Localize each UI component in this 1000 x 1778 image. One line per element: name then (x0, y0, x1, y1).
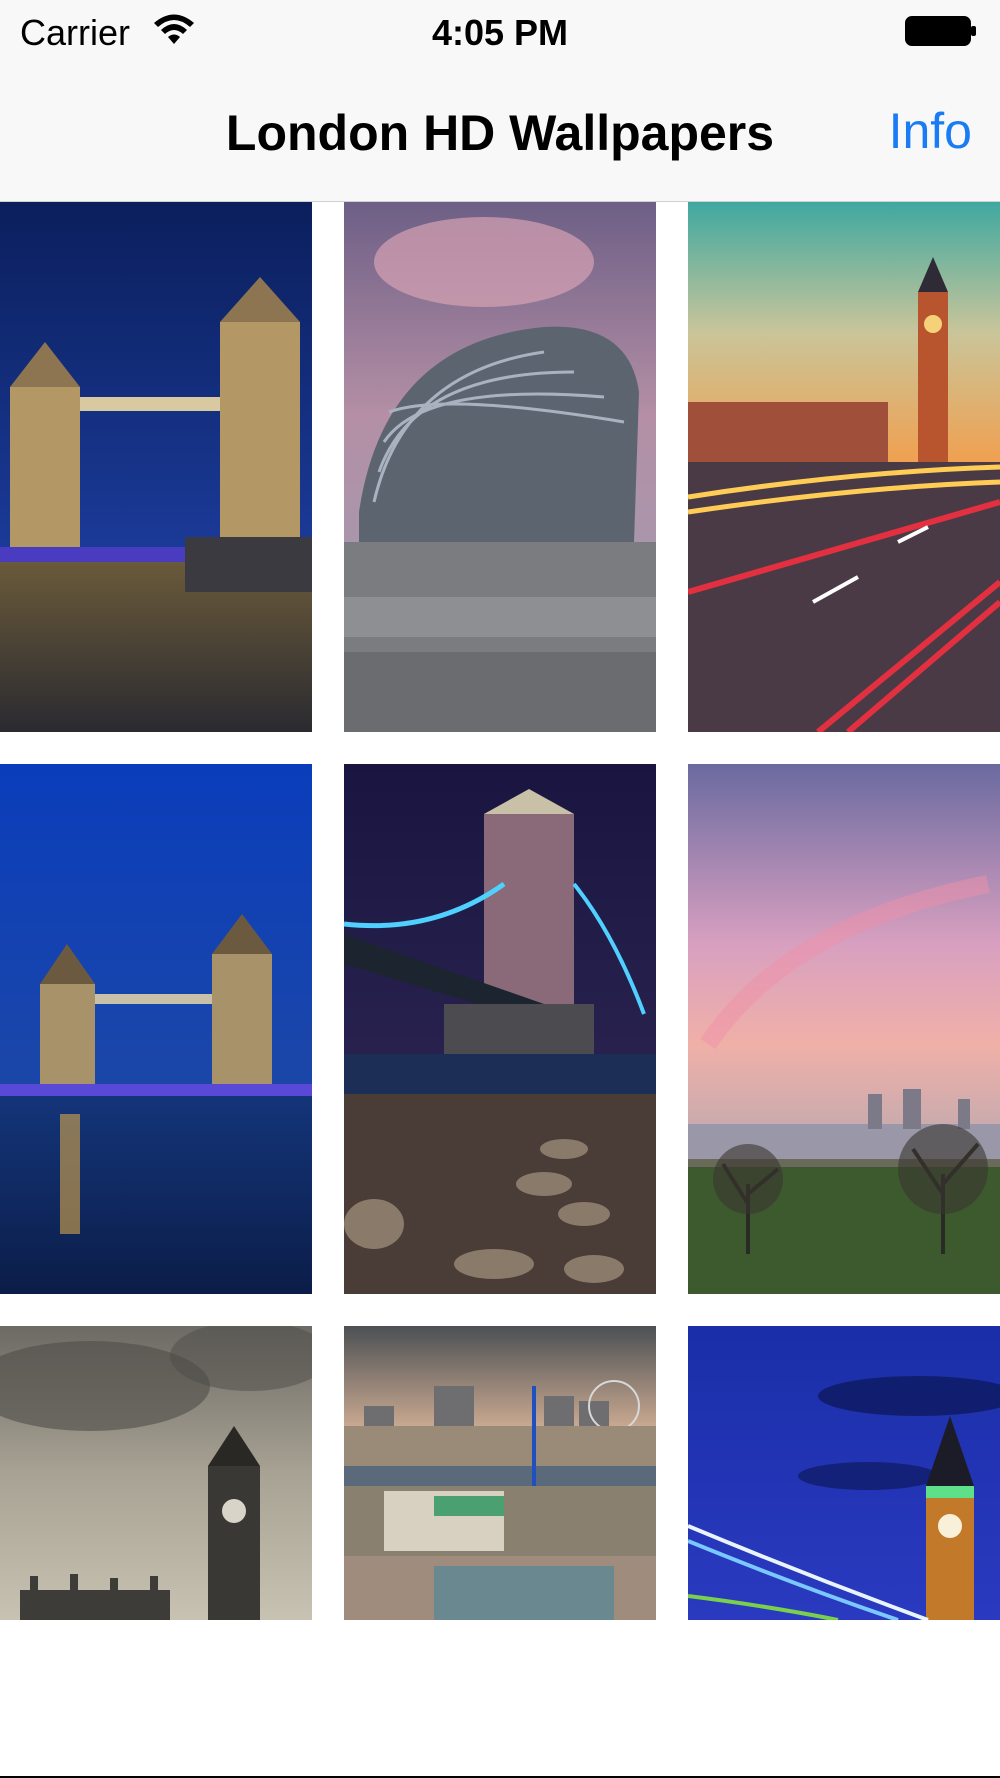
wallpaper-thumbnail-london-skyline[interactable] (344, 1326, 656, 1620)
wallpaper-thumbnail-city-hall[interactable] (344, 202, 656, 732)
wallpaper-thumbnail-tower-bridge-blue[interactable] (0, 764, 312, 1294)
battery-icon (905, 16, 976, 46)
wallpaper-thumbnail-big-ben-sepia[interactable] (0, 1326, 312, 1620)
status-bar: Carrier 4:05 PM (0, 0, 1000, 66)
info-button[interactable]: Info (889, 102, 972, 160)
page-title: London HD Wallpapers (225, 105, 775, 161)
wallpaper-thumbnail-greenwich-park[interactable] (688, 764, 1000, 1294)
navigation-bar: London HD Wallpapers Info (0, 66, 1000, 202)
wallpaper-thumbnail-big-ben-blue-night[interactable] (688, 1326, 1000, 1620)
clock-time: 4:05 PM (431, 12, 569, 53)
wallpaper-thumbnail-tower-bridge-riverbank[interactable] (344, 764, 656, 1294)
wallpaper-thumbnail-big-ben-light-trails[interactable] (688, 202, 1000, 732)
wallpaper-thumbnail-tower-bridge-night[interactable] (0, 202, 312, 732)
